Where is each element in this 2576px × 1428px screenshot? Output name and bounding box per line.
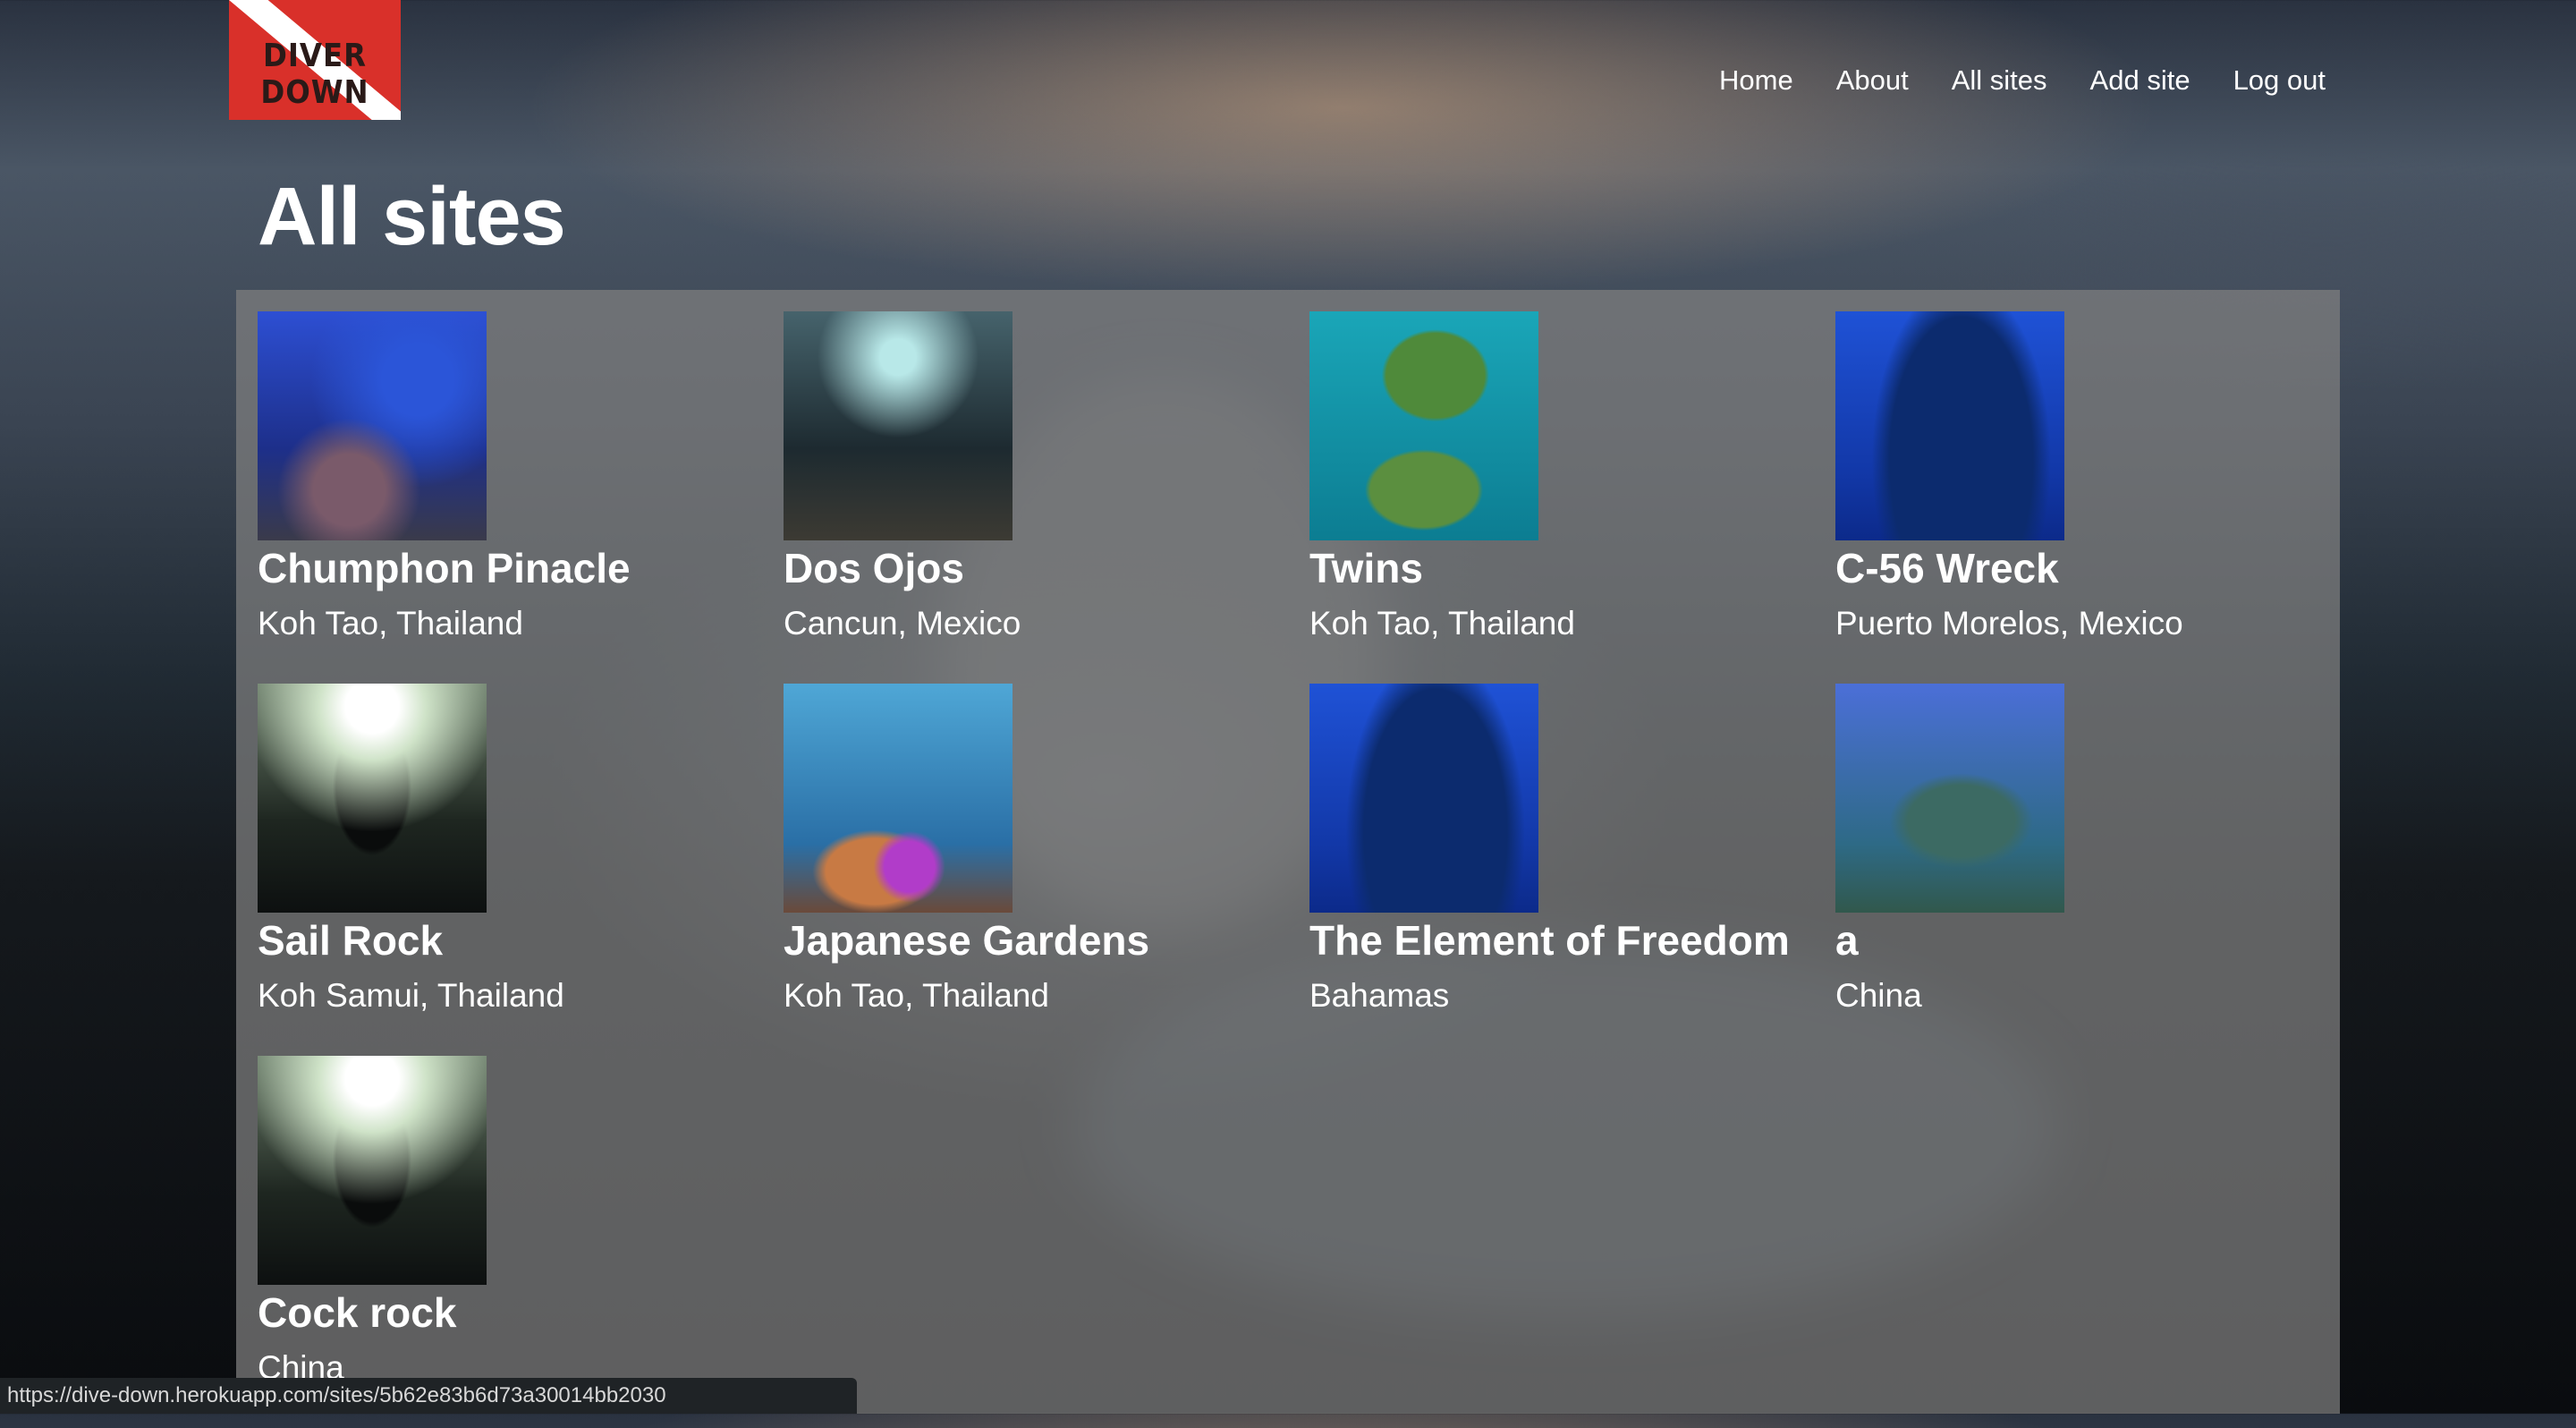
site-name[interactable]: Sail Rock xyxy=(258,920,784,961)
site-name[interactable]: Japanese Gardens xyxy=(784,920,1309,961)
site-image[interactable] xyxy=(784,311,1013,540)
site-location: Koh Tao, Thailand xyxy=(258,605,523,642)
site-location: Puerto Morelos, Mexico xyxy=(1835,605,2183,642)
site-image[interactable] xyxy=(258,1056,487,1285)
site-image[interactable] xyxy=(784,684,1013,913)
link-status-bar: https://dive-down.herokuapp.com/sites/5b… xyxy=(0,1378,857,1414)
site-location: Cancun, Mexico xyxy=(784,605,1021,642)
site-location: Koh Samui, Thailand xyxy=(258,977,564,1014)
site-card[interactable]: C-56 Wreck Puerto Morelos, Mexico xyxy=(1835,311,2361,684)
logo-text: DIVER DOWN xyxy=(260,38,369,111)
site-name[interactable]: Chumphon Pinacle xyxy=(258,548,784,589)
nav-all-sites[interactable]: All sites xyxy=(1952,64,2047,97)
site-name[interactable]: Twins xyxy=(1309,548,1835,589)
site-card[interactable]: Sail Rock Koh Samui, Thailand xyxy=(258,684,784,1056)
site-header: DIVER DOWN Home About All sites Add site… xyxy=(0,0,2576,125)
site-image[interactable] xyxy=(1309,311,1538,540)
nav-add-site[interactable]: Add site xyxy=(2090,64,2190,97)
site-image[interactable] xyxy=(1309,684,1538,913)
main-nav: Home About All sites Add site Log out xyxy=(1676,64,2326,97)
site-location: Koh Tao, Thailand xyxy=(784,977,1049,1014)
site-name[interactable]: Cock rock xyxy=(258,1292,784,1333)
site-card[interactable]: Japanese Gardens Koh Tao, Thailand xyxy=(784,684,1309,1056)
site-image[interactable] xyxy=(1835,684,2064,913)
site-image[interactable] xyxy=(258,684,487,913)
site-name[interactable]: C-56 Wreck xyxy=(1835,548,2361,589)
sites-grid: Chumphon Pinacle Koh Tao, Thailand Dos O… xyxy=(258,311,2361,1428)
site-card[interactable]: Cock rock China xyxy=(258,1056,784,1428)
site-card[interactable]: The Element of Freedom Bahamas xyxy=(1309,684,1835,1056)
site-location: Koh Tao, Thailand xyxy=(1309,605,1575,642)
site-card[interactable]: Dos Ojos Cancun, Mexico xyxy=(784,311,1309,684)
site-name[interactable]: a xyxy=(1835,920,2361,961)
site-card[interactable]: a China xyxy=(1835,684,2361,1056)
site-location: Bahamas xyxy=(1309,977,1450,1014)
site-card[interactable]: Chumphon Pinacle Koh Tao, Thailand xyxy=(258,311,784,684)
nav-home[interactable]: Home xyxy=(1719,64,1793,97)
nav-log-out[interactable]: Log out xyxy=(2233,64,2326,97)
site-card[interactable]: Twins Koh Tao, Thailand xyxy=(1309,311,1835,684)
site-location: China xyxy=(1835,977,1922,1014)
site-image[interactable] xyxy=(1835,311,2064,540)
sites-panel: Chumphon Pinacle Koh Tao, Thailand Dos O… xyxy=(236,290,2340,1414)
nav-about[interactable]: About xyxy=(1836,64,1909,97)
page-title: All sites xyxy=(258,171,566,262)
logo[interactable]: DIVER DOWN xyxy=(229,0,401,120)
site-name[interactable]: Dos Ojos xyxy=(784,548,1309,589)
site-image[interactable] xyxy=(258,311,487,540)
site-name[interactable]: The Element of Freedom xyxy=(1309,920,1835,961)
